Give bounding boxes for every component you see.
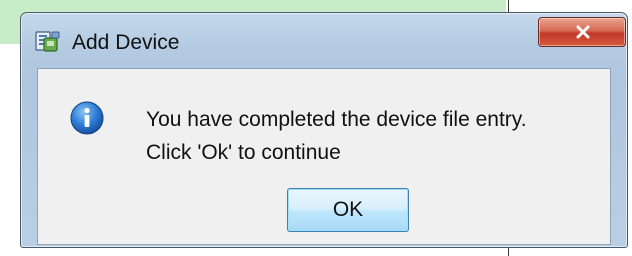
add-device-dialog: Add Device You have completed the device… xyxy=(20,12,628,248)
close-button[interactable] xyxy=(538,17,626,47)
close-icon xyxy=(576,25,590,39)
message-line-1: You have completed the device file entry… xyxy=(146,108,527,131)
device-app-icon xyxy=(33,29,63,55)
dialog-titlebar[interactable]: Add Device xyxy=(21,13,627,59)
message-line-2: Click 'Ok' to continue xyxy=(146,141,341,164)
dialog-content: You have completed the device file entry… xyxy=(37,68,611,245)
info-icon xyxy=(70,101,104,135)
ok-button[interactable]: OK xyxy=(287,188,409,232)
dialog-message: You have completed the device file entry… xyxy=(146,103,527,169)
dialog-title: Add Device xyxy=(72,31,180,54)
